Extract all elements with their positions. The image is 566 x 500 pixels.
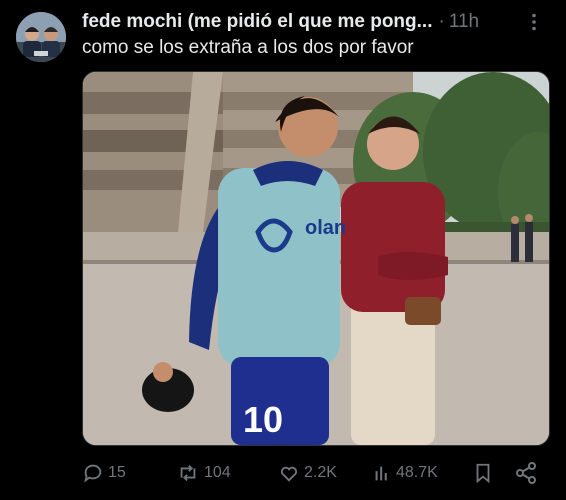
views-button[interactable]: 48.7K xyxy=(372,459,438,487)
like-button[interactable]: 2.2K xyxy=(278,459,337,487)
shirt-logo: olan xyxy=(305,217,346,239)
views-count: 48.7K xyxy=(396,464,438,481)
tweet-text: como se los extraña a los dos por favor xyxy=(82,37,414,58)
repost-button[interactable]: 104 xyxy=(176,459,231,487)
share-icon xyxy=(516,462,536,484)
more-button[interactable] xyxy=(522,10,546,34)
tweet-photo[interactable]: olan 10 xyxy=(82,71,550,446)
header-separator: · xyxy=(438,11,445,32)
views-icon xyxy=(375,466,387,481)
share-button[interactable] xyxy=(514,459,538,487)
like-count: 2.2K xyxy=(304,464,337,481)
reply-button[interactable]: 15 xyxy=(82,459,126,487)
tweet-actions: 15 104 2.2K 48.7K xyxy=(82,459,550,487)
display-name[interactable]: fede mochi (me pidió el que me pong... xyxy=(82,11,432,33)
timestamp[interactable]: 11h xyxy=(449,11,479,33)
bookmark-button[interactable] xyxy=(472,459,494,487)
bookmark-icon xyxy=(476,463,490,484)
more-icon xyxy=(532,13,536,31)
reply-icon xyxy=(84,464,102,483)
photo-scene: olan 10 xyxy=(83,72,549,445)
repost-icon xyxy=(180,465,196,481)
like-icon xyxy=(280,466,298,482)
avatar-image xyxy=(16,12,66,62)
tweet-header: fede mochi (me pidió el que me pong... ·… xyxy=(82,10,550,34)
avatar[interactable] xyxy=(16,12,66,62)
jersey-number: 10 xyxy=(243,399,283,440)
tweet[interactable]: fede mochi (me pidió el que me pong... ·… xyxy=(0,0,566,500)
repost-count: 104 xyxy=(204,464,231,481)
reply-count: 15 xyxy=(108,464,126,481)
